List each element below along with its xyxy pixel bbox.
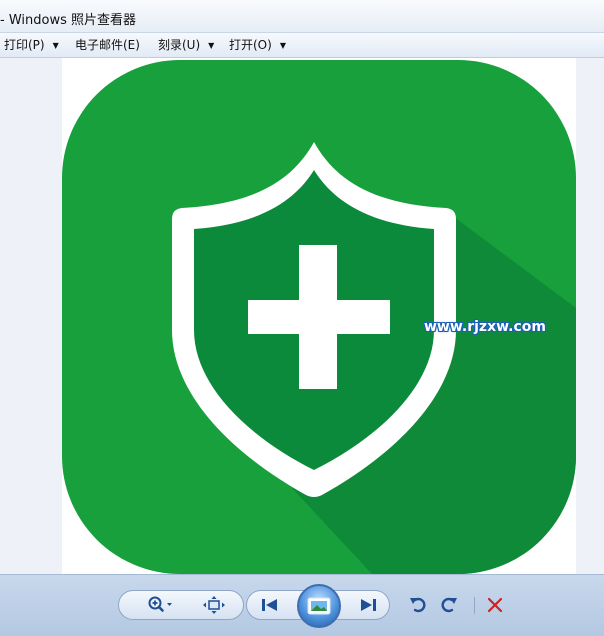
menu-burn[interactable]: 刻录(U) ▼ [158, 36, 214, 54]
menu-print[interactable]: 打印(P) ▼ [4, 36, 59, 54]
menu-open-label: 打开(O) [229, 38, 272, 52]
chevron-down-icon: ▼ [208, 41, 215, 50]
image-viewport: www.rjzxw.com [0, 58, 604, 574]
menu-email[interactable]: 电子邮件(E) [75, 36, 140, 54]
menu-burn-label: 刻录(U) [158, 38, 201, 52]
menu-bar: 打印(P) ▼ 电子邮件(E) 刻录(U) ▼ 打开(O) ▼ [0, 33, 604, 58]
slideshow-icon [307, 597, 331, 615]
next-icon [361, 599, 376, 611]
next-button[interactable] [354, 593, 382, 617]
fit-to-window-button[interactable] [200, 593, 228, 617]
menu-email-label: 电子邮件(E) [75, 38, 140, 52]
watermark-text: www.rjzxw.com [424, 319, 546, 335]
zoom-icon [148, 596, 172, 612]
title-bar: - Windows 照片查看器 [0, 0, 604, 33]
rotate-counterclockwise-icon [410, 597, 426, 613]
toolbar-divider [474, 597, 475, 614]
image-canvas [62, 58, 576, 574]
chevron-down-icon: ▼ [279, 41, 286, 50]
menu-open[interactable]: 打开(O) ▼ [229, 36, 286, 54]
previous-button[interactable] [256, 593, 284, 617]
fit-to-window-icon [203, 596, 225, 614]
plus-horizontal [248, 300, 390, 334]
chevron-down-icon: ▼ [52, 41, 59, 50]
slideshow-button[interactable] [297, 584, 341, 628]
window-title: - Windows 照片查看器 [0, 13, 136, 28]
rotate-clockwise-button[interactable] [436, 593, 464, 617]
delete-button[interactable] [481, 593, 509, 617]
menu-print-label: 打印(P) [4, 38, 45, 52]
green-shield-plus-icon [62, 60, 576, 574]
rotate-clockwise-icon [441, 597, 457, 613]
previous-icon [262, 599, 277, 611]
rotate-counterclockwise-button[interactable] [403, 593, 431, 617]
bottom-toolbar [0, 574, 604, 636]
delete-icon [487, 597, 503, 613]
zoom-button[interactable] [146, 593, 174, 617]
